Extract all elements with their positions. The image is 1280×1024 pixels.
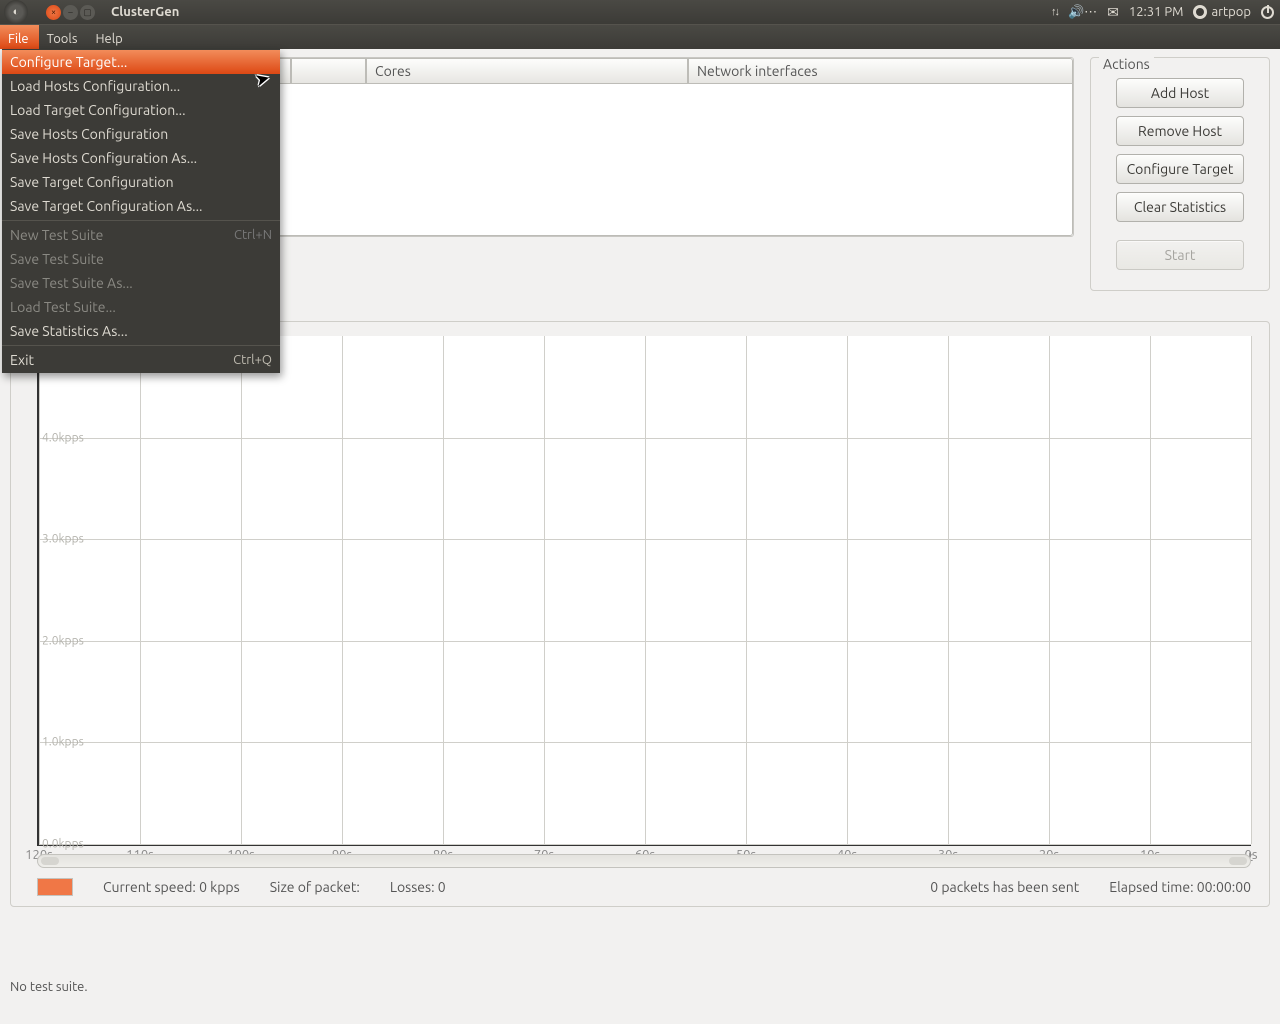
- chart-panel: t 0.0kpps1.0kpps2.0kpps3.0kpps4.0kpps120…: [10, 321, 1270, 907]
- window-minimize-icon[interactable]: –: [63, 5, 78, 20]
- menu-item-label: Load Hosts Configuration...: [10, 77, 180, 95]
- app-title: ClusterGen: [111, 5, 179, 19]
- menu-item-label: New Test Suite: [10, 226, 103, 244]
- menu-item-label: Save Test Suite: [10, 250, 104, 268]
- volume-icon[interactable]: 🔊⋯: [1068, 5, 1097, 20]
- menu-item-label: Save Hosts Configuration As...: [10, 149, 197, 167]
- packets-sent: 0 packets has been sent: [930, 879, 1079, 895]
- current-speed: Current speed: 0 kpps: [103, 879, 240, 895]
- file-menu-item-save-test-suite-as: Save Test Suite As...: [2, 271, 280, 295]
- file-menu-item-exit[interactable]: Exit Ctrl+Q: [2, 348, 280, 372]
- menu-item-label: Save Target Configuration: [10, 173, 174, 191]
- table-header-cores[interactable]: Cores: [366, 58, 688, 84]
- file-menu-item-load-test-suite: Load Test Suite...: [2, 295, 280, 319]
- losses: Losses: 0: [390, 879, 446, 895]
- chart-scrollbar[interactable]: [37, 854, 1251, 868]
- table-header-col1[interactable]: [291, 58, 366, 84]
- menu-item-shortcut: Ctrl+N: [234, 226, 272, 244]
- ubuntu-logo-icon[interactable]: ◐: [4, 0, 28, 24]
- table-header-network[interactable]: Network interfaces: [688, 58, 1073, 84]
- menu-item-label: Exit: [10, 351, 34, 369]
- file-menu-item-save-hosts-configuration-as[interactable]: Save Hosts Configuration As...: [2, 146, 280, 170]
- mail-icon[interactable]: ✉: [1107, 4, 1119, 21]
- file-menu-item-save-target-configuration[interactable]: Save Target Configuration: [2, 170, 280, 194]
- stats-row: Current speed: 0 kpps Size of packet: Lo…: [21, 868, 1259, 900]
- status-bar: No test suite.: [0, 976, 1280, 1024]
- menu-separator: [2, 220, 280, 221]
- remove-host-button[interactable]: Remove Host: [1116, 116, 1244, 146]
- configure-target-button[interactable]: Configure Target: [1116, 154, 1244, 184]
- panel-clock[interactable]: 12:31 PM: [1129, 5, 1184, 19]
- file-menu-item-save-hosts-configuration[interactable]: Save Hosts Configuration: [2, 122, 280, 146]
- y-tick-label: 4.0kpps: [42, 431, 84, 444]
- menu-help[interactable]: Help: [87, 25, 132, 49]
- menu-item-label: Configure Target...: [10, 53, 127, 71]
- y-tick-label: 3.0kpps: [42, 533, 84, 546]
- menu-separator: [2, 345, 280, 346]
- file-menu-item-save-target-configuration-as[interactable]: Save Target Configuration As...: [2, 194, 280, 218]
- window-maximize-icon[interactable]: ▢: [80, 5, 95, 20]
- actions-panel: Actions Add Host Remove Host Configure T…: [1090, 57, 1270, 291]
- y-tick-label: 2.0kpps: [42, 634, 84, 647]
- menu-tools[interactable]: Tools: [39, 25, 88, 49]
- speed-series-swatch-icon: [37, 878, 73, 896]
- actions-title: Actions: [1099, 56, 1154, 72]
- app-menubar: File Tools Help: [0, 24, 1280, 49]
- menu-item-label: Save Target Configuration As...: [10, 197, 203, 215]
- packet-size: Size of packet:: [270, 879, 360, 895]
- menu-item-label: Save Test Suite As...: [10, 274, 133, 292]
- menu-item-label: Save Statistics As...: [10, 322, 128, 340]
- menu-item-label: Load Test Suite...: [10, 298, 116, 316]
- start-button[interactable]: Start: [1116, 240, 1244, 270]
- file-menu-dropdown: Configure Target... Load Hosts Configurat…: [2, 49, 280, 373]
- clear-statistics-button[interactable]: Clear Statistics: [1116, 192, 1244, 222]
- file-menu-item-load-target-configuration[interactable]: Load Target Configuration...: [2, 98, 280, 122]
- system-tray: ↑↓ 🔊⋯ ✉ 12:31 PM artpop: [1051, 4, 1274, 21]
- network-icon[interactable]: ↑↓: [1051, 6, 1058, 18]
- file-menu-item-new-test-suite: New Test Suite Ctrl+N: [2, 223, 280, 247]
- window-controls: × – ▢: [46, 5, 95, 20]
- ubuntu-top-panel: ◐ × – ▢ ClusterGen ↑↓ 🔊⋯ ✉ 12:31 PM artp…: [0, 0, 1280, 24]
- user-menu[interactable]: artpop: [1193, 5, 1251, 19]
- status-text: No test suite.: [10, 980, 88, 994]
- user-name: artpop: [1211, 5, 1251, 19]
- file-menu-item-load-hosts-configuration[interactable]: Load Hosts Configuration...: [2, 74, 280, 98]
- menu-item-shortcut: Ctrl+Q: [233, 351, 272, 369]
- elapsed-time: Elapsed time: 00:00:00: [1109, 879, 1251, 895]
- user-gear-icon: [1193, 5, 1207, 19]
- y-tick-label: 1.0kpps: [42, 736, 84, 749]
- power-icon[interactable]: [1261, 6, 1274, 19]
- menu-file[interactable]: File: [0, 25, 39, 49]
- window-close-icon[interactable]: ×: [46, 5, 61, 20]
- speed-chart: t 0.0kpps1.0kpps2.0kpps3.0kpps4.0kpps120…: [37, 336, 1251, 846]
- menu-item-label: Load Target Configuration...: [10, 101, 186, 119]
- menu-item-label: Save Hosts Configuration: [10, 125, 168, 143]
- add-host-button[interactable]: Add Host: [1116, 78, 1244, 108]
- file-menu-item-configure-target[interactable]: Configure Target...: [2, 50, 280, 74]
- file-menu-item-save-test-suite: Save Test Suite: [2, 247, 280, 271]
- file-menu-item-save-statistics-as[interactable]: Save Statistics As...: [2, 319, 280, 343]
